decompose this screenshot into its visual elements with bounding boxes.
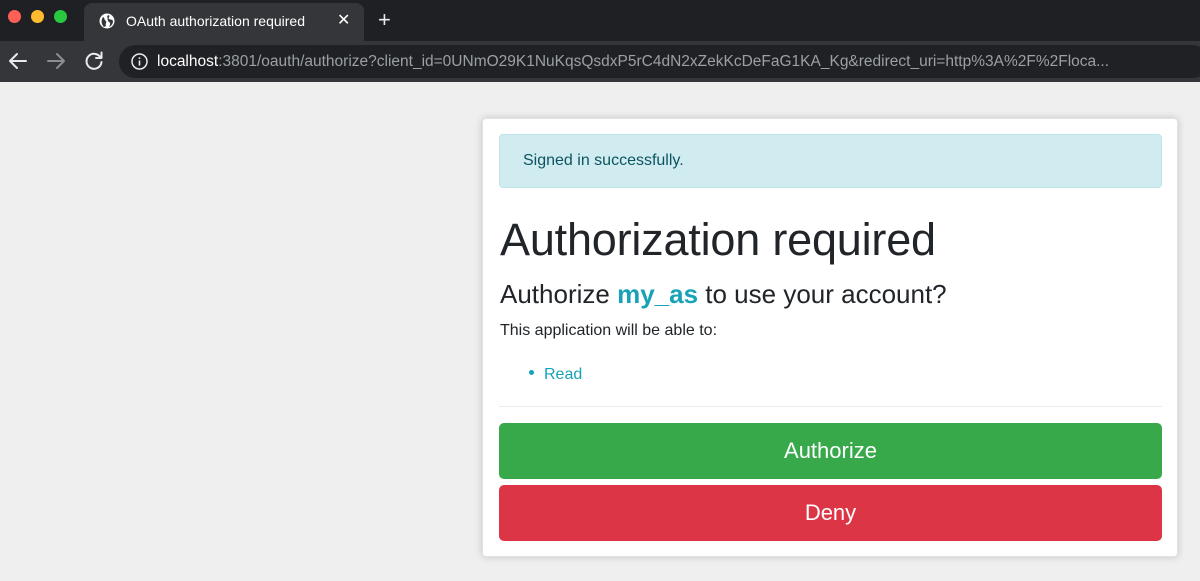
reload-icon[interactable] (82, 49, 106, 73)
browser-tab[interactable]: OAuth authorization required ✕ (84, 3, 364, 41)
browser-toolbar: localhost:3801/oauth/authorize?client_id… (0, 41, 1200, 82)
page-title: Authorization required (500, 214, 936, 265)
authorization-card: Signed in successfully. Authorization re… (482, 118, 1178, 557)
list-item: Read (529, 366, 582, 384)
window-close-icon[interactable] (8, 10, 21, 23)
scope-label: Read (544, 366, 583, 383)
tab-title: OAuth authorization required (126, 13, 305, 29)
url-host: localhost (157, 53, 219, 70)
forward-arrow-icon[interactable] (44, 49, 68, 73)
url-path: :3801/oauth/authorize?client_id=0UNmO29K… (218, 53, 1110, 70)
new-tab-icon[interactable]: + (378, 8, 391, 32)
window-maximize-icon[interactable] (54, 10, 67, 23)
app-name: my_as (617, 279, 699, 309)
success-alert: Signed in successfully. (499, 134, 1162, 188)
url-text[interactable]: localhost:3801/oauth/authorize?client_id… (157, 53, 1197, 71)
globe-icon (99, 13, 115, 29)
question-suffix: to use your account? (698, 279, 947, 309)
deny-button[interactable]: Deny (499, 485, 1162, 541)
divider (499, 406, 1162, 407)
authorize-button[interactable]: Authorize (499, 423, 1162, 479)
window-minimize-icon[interactable] (31, 10, 44, 23)
info-icon[interactable] (131, 53, 148, 70)
address-bar[interactable]: localhost:3801/oauth/authorize?client_id… (119, 45, 1200, 78)
authorize-question: Authorize my_as to use your account? (500, 279, 947, 310)
bullet-icon (529, 370, 534, 376)
back-arrow-icon[interactable] (6, 49, 30, 73)
question-prefix: Authorize (500, 279, 618, 309)
tab-close-icon[interactable]: ✕ (337, 11, 350, 31)
browser-tab-bar: OAuth authorization required ✕ + (0, 0, 1200, 41)
permissions-description: This application will be able to: (500, 322, 718, 339)
